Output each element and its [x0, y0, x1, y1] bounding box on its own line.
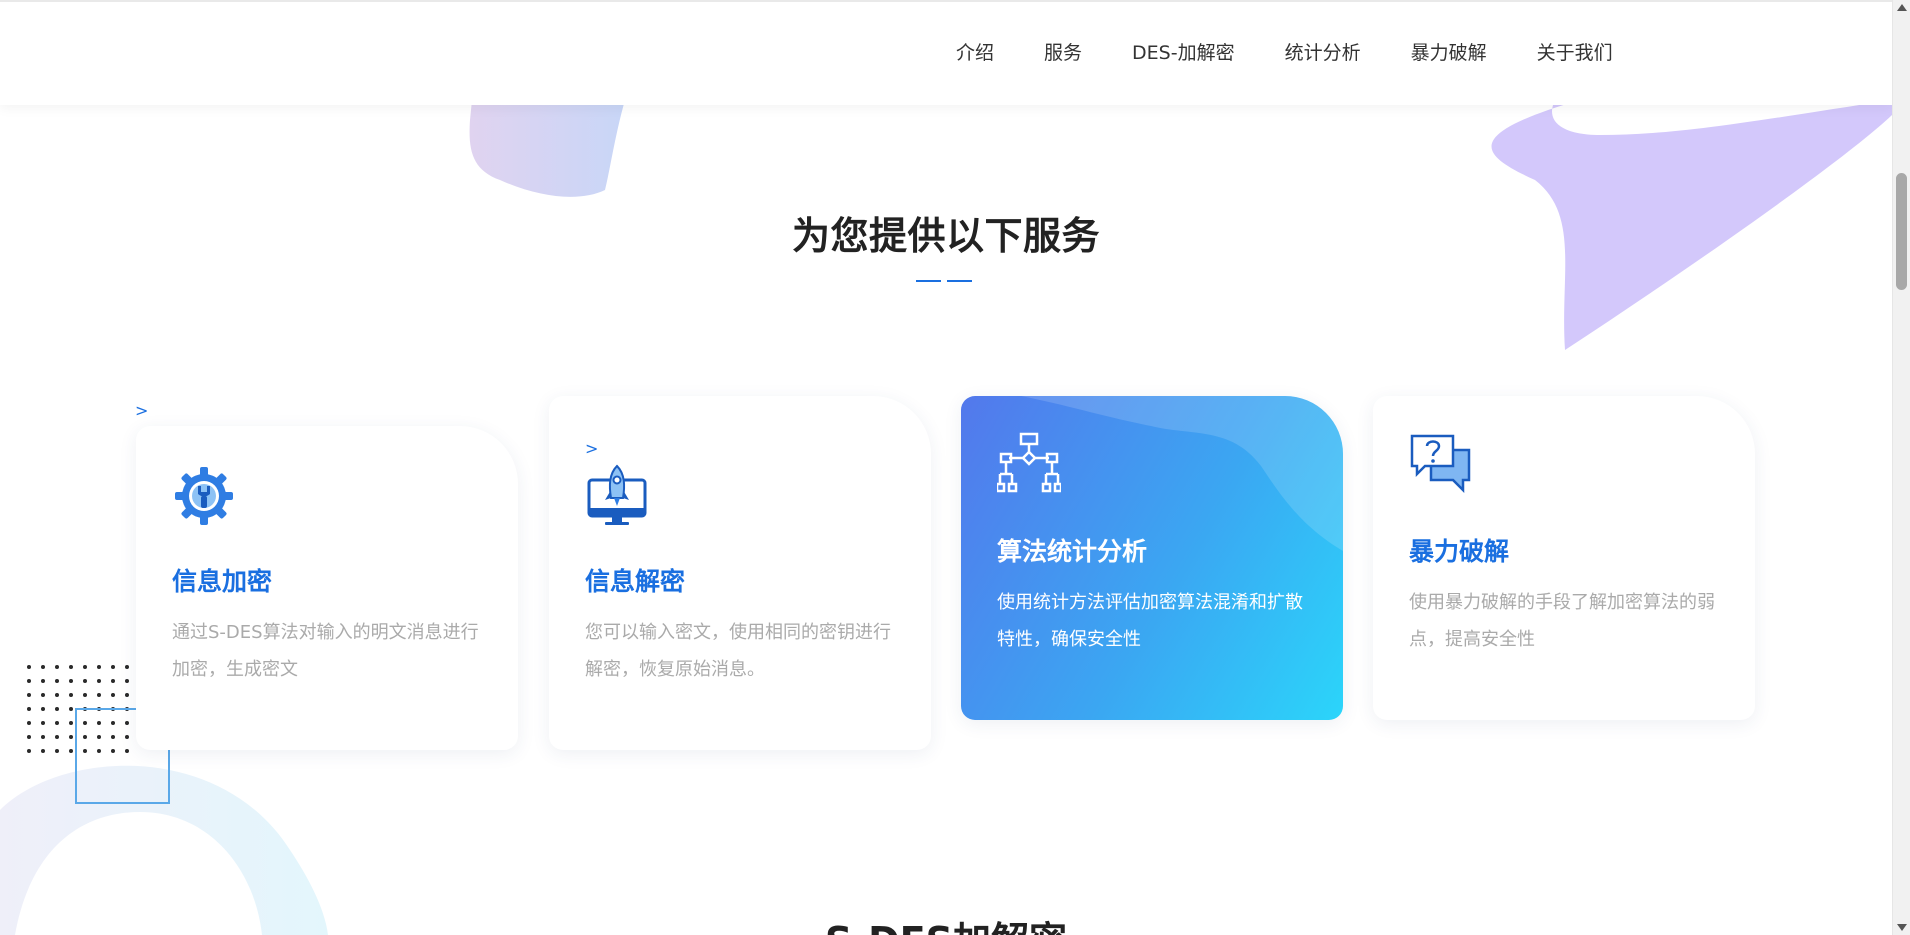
service-card-statistics[interactable]: 算法统计分析 使用统计方法评估加密算法混淆和扩散特性，确保安全性: [961, 396, 1343, 720]
scroll-up-arrow-icon[interactable]: [1897, 4, 1907, 11]
flowchart-icon: [997, 432, 1061, 493]
rocket-monitor-icon: [587, 464, 647, 525]
nav-link-statistics[interactable]: 统计分析: [1285, 38, 1361, 68]
decorative-dot-grid: [27, 665, 129, 753]
gear-wrench-icon: [175, 467, 233, 525]
scroll-down-arrow-icon[interactable]: [1897, 924, 1907, 931]
card-title: 暴力破解: [1409, 537, 1510, 566]
page: 介绍 服务 DES-加解密 统计分析 暴力破解 关于我们 为您提供以下服务 > …: [0, 0, 1892, 935]
main-nav: 介绍 服务 DES-加解密 统计分析 暴力破解 关于我们: [956, 38, 1663, 68]
card-description: 使用统计方法评估加密算法混淆和扩散特性，确保安全性: [997, 592, 1303, 650]
nav-link-about[interactable]: 关于我们: [1537, 38, 1613, 68]
service-card-brute-force[interactable]: 暴力破解 使用暴力破解的手段了解加密算法的弱点，提高安全性: [1373, 396, 1755, 720]
nav-link-des[interactable]: DES-加解密: [1132, 38, 1235, 68]
section-title: 为您提供以下服务: [791, 214, 1100, 258]
card-description: 使用暴力破解的手段了解加密算法的弱点，提高安全性: [1409, 592, 1715, 650]
next-section-title: S-DES加解密: [0, 910, 1892, 935]
service-card-decrypt[interactable]: 信息解密 您可以输入密文，使用相同的密钥进行解密，恢复原始消息。: [549, 396, 931, 750]
nav-link-services[interactable]: 服务: [1044, 38, 1082, 68]
card-description: 您可以输入密文，使用相同的密钥进行解密，恢复原始消息。: [585, 622, 891, 680]
card-title: 信息解密: [585, 567, 686, 596]
arrow-mark: >: [585, 439, 599, 458]
card-title: 信息加密: [172, 567, 273, 596]
nav-link-intro[interactable]: 介绍: [956, 38, 994, 68]
card-title: 算法统计分析: [997, 537, 1148, 566]
chat-question-icon: [1410, 434, 1471, 494]
top-navbar: 介绍 服务 DES-加解密 统计分析 暴力破解 关于我们: [0, 0, 1892, 105]
decorative-ring-bottom-left: [0, 765, 328, 935]
page-scrollbar[interactable]: [1892, 0, 1910, 935]
card-description: 通过S-DES算法对输入的明文消息进行加密，生成密文: [172, 622, 479, 680]
scrollbar-thumb[interactable]: [1896, 173, 1907, 290]
decorative-blob-top-left: [469, 100, 625, 197]
arrow-mark: >: [135, 401, 149, 420]
service-card-encrypt[interactable]: 信息加密 通过S-DES算法对输入的明文消息进行加密，生成密文: [136, 426, 518, 750]
title-underline: [916, 280, 972, 282]
nav-link-brute-force[interactable]: 暴力破解: [1411, 38, 1487, 68]
